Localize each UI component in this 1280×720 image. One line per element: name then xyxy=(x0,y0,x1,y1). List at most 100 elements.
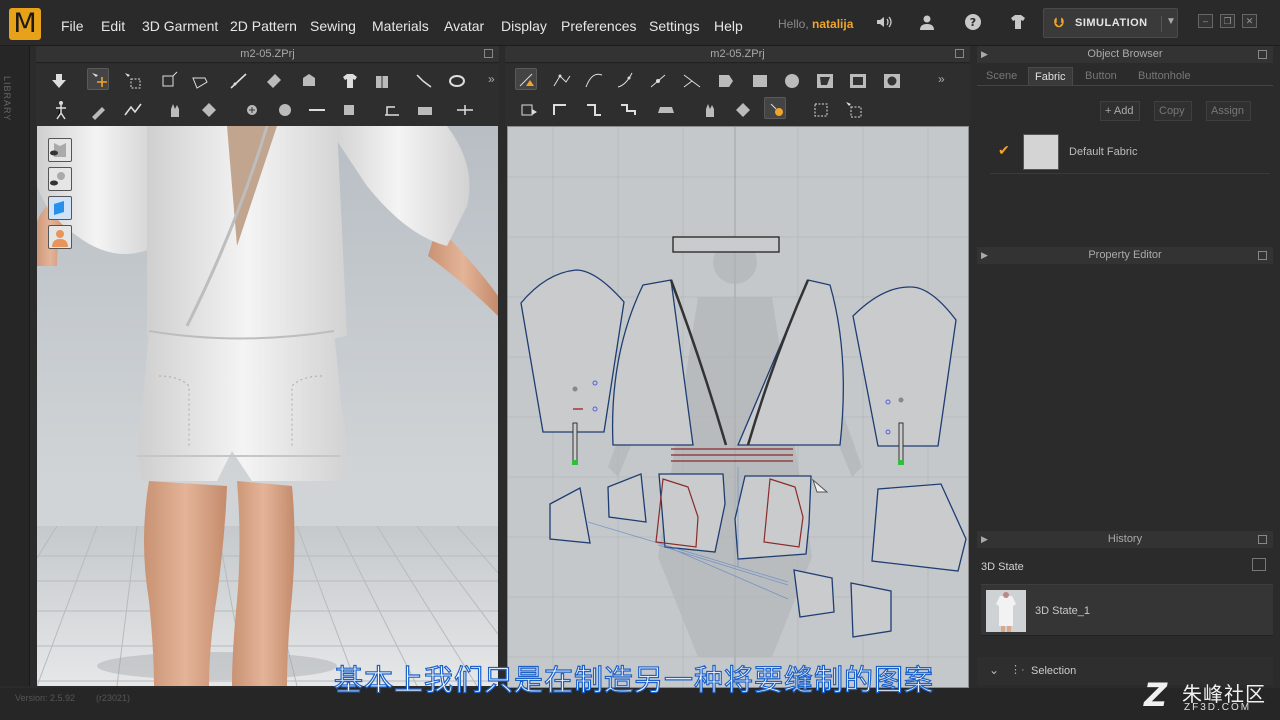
arrange-icon[interactable] xyxy=(454,99,476,121)
property-editor-maximize-icon[interactable] xyxy=(1258,251,1267,260)
select-move-icon[interactable] xyxy=(87,68,109,90)
avatar-pose-icon[interactable] xyxy=(50,99,72,121)
collapse-arrow-icon[interactable]: ▶ xyxy=(981,247,988,264)
history-snapshot-icon[interactable] xyxy=(1252,558,1266,571)
segment-sew-icon[interactable] xyxy=(583,99,605,121)
menu-avatar[interactable]: Avatar xyxy=(444,18,484,34)
select-box-icon[interactable] xyxy=(810,99,832,121)
garment-settings-icon[interactable] xyxy=(1007,13,1029,35)
internal-circle-icon[interactable] xyxy=(881,70,903,92)
menu-2d-pattern[interactable]: 2D Pattern xyxy=(230,18,297,34)
cut-line-icon[interactable] xyxy=(681,70,703,92)
view3d-toolbar: » xyxy=(36,64,499,126)
add-point-icon[interactable] xyxy=(241,99,263,121)
library-sidebar[interactable]: LIBRARY xyxy=(0,46,30,686)
simulation-dropdown-icon[interactable]: ▼ xyxy=(1161,16,1176,32)
app-logo[interactable]: M xyxy=(9,8,41,40)
sew-icon[interactable] xyxy=(122,99,144,121)
checker-icon[interactable] xyxy=(198,99,220,121)
simulation-button[interactable]: ⮋ SIMULATION ▼ xyxy=(1043,8,1178,38)
fabric-list-item[interactable]: ✔ Default Fabric xyxy=(990,130,1270,174)
eye-avatar-icon[interactable] xyxy=(48,138,72,162)
pin-2d-icon[interactable] xyxy=(699,99,721,121)
hand-icon[interactable] xyxy=(164,99,186,121)
history-list-item[interactable]: 3D State_1 xyxy=(981,584,1273,636)
menu-materials[interactable]: Materials xyxy=(372,18,429,34)
segment-icon[interactable] xyxy=(550,99,572,121)
assign-fabric-button[interactable]: Assign xyxy=(1206,101,1252,121)
internal-polygon-icon[interactable] xyxy=(814,70,836,92)
seam-line-icon[interactable] xyxy=(228,70,250,92)
pin-icon[interactable] xyxy=(263,70,285,92)
view2d-maximize-icon[interactable] xyxy=(955,49,964,58)
toolbar-more-icon[interactable]: » xyxy=(488,72,495,86)
menu-sewing[interactable]: Sewing xyxy=(310,18,356,34)
tape-icon[interactable] xyxy=(446,70,468,92)
menu-help[interactable]: Help xyxy=(714,18,743,34)
menu-settings[interactable]: Settings xyxy=(649,18,700,34)
measure-icon[interactable] xyxy=(413,70,435,92)
tab-button[interactable]: Button xyxy=(1079,67,1123,85)
copy-fabric-button[interactable]: Copy xyxy=(1154,101,1192,121)
pattern-select-icon[interactable] xyxy=(515,68,537,90)
free-sew-icon[interactable] xyxy=(617,99,639,121)
user-greeting: Hello, natalija xyxy=(778,17,854,31)
history-maximize-icon[interactable] xyxy=(1258,535,1267,544)
menu-file[interactable]: File xyxy=(61,18,84,34)
garment-icon[interactable] xyxy=(339,70,361,92)
brush-icon[interactable] xyxy=(88,99,110,121)
sewing-point-icon[interactable] xyxy=(764,97,786,119)
restore-icon[interactable]: ❐ xyxy=(1220,14,1235,28)
menu-3d-garment[interactable]: 3D Garment xyxy=(142,18,218,34)
button-icon[interactable] xyxy=(274,99,296,121)
layer-icon[interactable] xyxy=(371,70,393,92)
svg-text:?: ? xyxy=(970,16,976,29)
object-browser-maximize-icon[interactable] xyxy=(1258,50,1267,59)
close-icon[interactable]: ✕ xyxy=(1242,14,1257,28)
select-mesh-icon[interactable] xyxy=(122,70,144,92)
view3d-maximize-icon[interactable] xyxy=(484,49,493,58)
tab-fabric[interactable]: Fabric xyxy=(1028,67,1073,85)
select-box-alt-icon[interactable] xyxy=(843,99,865,121)
fold-arrange-icon[interactable] xyxy=(381,99,403,121)
tack-icon[interactable] xyxy=(298,70,320,92)
edit-point-icon[interactable] xyxy=(551,70,573,92)
rectangle-icon[interactable] xyxy=(749,70,771,92)
chevron-down-icon[interactable]: ⌄ xyxy=(989,663,999,677)
checker-2d-icon[interactable] xyxy=(732,99,754,121)
tab-scene[interactable]: Scene xyxy=(980,67,1023,85)
curve-point-icon[interactable] xyxy=(615,70,637,92)
down-arrow-icon[interactable] xyxy=(48,70,70,92)
help-icon[interactable]: ? xyxy=(962,13,984,35)
eye-garment-icon[interactable] xyxy=(48,167,72,191)
line-icon[interactable] xyxy=(306,99,328,121)
collapse-arrow-icon[interactable]: ▶ xyxy=(981,46,988,63)
circle-icon[interactable] xyxy=(781,70,803,92)
view3d-viewport[interactable] xyxy=(37,126,498,686)
add-fabric-button[interactable]: + Add xyxy=(1100,101,1141,121)
user-icon[interactable] xyxy=(916,13,938,35)
avatar-view-icon[interactable] xyxy=(48,225,72,249)
texture-view-icon[interactable] xyxy=(48,196,72,220)
minimize-icon[interactable]: – xyxy=(1198,14,1213,28)
fold-line-icon[interactable] xyxy=(655,99,677,121)
history-item-name: 3D State_1 xyxy=(1035,605,1091,617)
fold-icon[interactable] xyxy=(189,70,211,92)
history-thumbnail xyxy=(986,590,1026,632)
collapse-arrow-icon[interactable]: ▶ xyxy=(981,531,988,548)
add-point-2d-icon[interactable] xyxy=(648,70,670,92)
edit-curve-icon[interactable] xyxy=(583,70,605,92)
toolbar-2d-more-icon[interactable]: » xyxy=(938,72,945,86)
flat-icon[interactable] xyxy=(414,99,436,121)
menu-display[interactable]: Display xyxy=(501,18,547,34)
view2d-viewport[interactable] xyxy=(507,126,969,688)
menu-preferences[interactable]: Preferences xyxy=(561,18,636,34)
menu-edit[interactable]: Edit xyxy=(101,18,125,34)
tab-buttonhole[interactable]: Buttonhole xyxy=(1132,67,1197,85)
zipper-icon[interactable] xyxy=(338,99,360,121)
internal-rectangle-icon[interactable] xyxy=(847,70,869,92)
polygon-icon[interactable] xyxy=(715,70,737,92)
speaker-icon[interactable] xyxy=(873,13,895,35)
transform-icon[interactable] xyxy=(157,70,179,92)
trace-icon[interactable] xyxy=(518,99,540,121)
